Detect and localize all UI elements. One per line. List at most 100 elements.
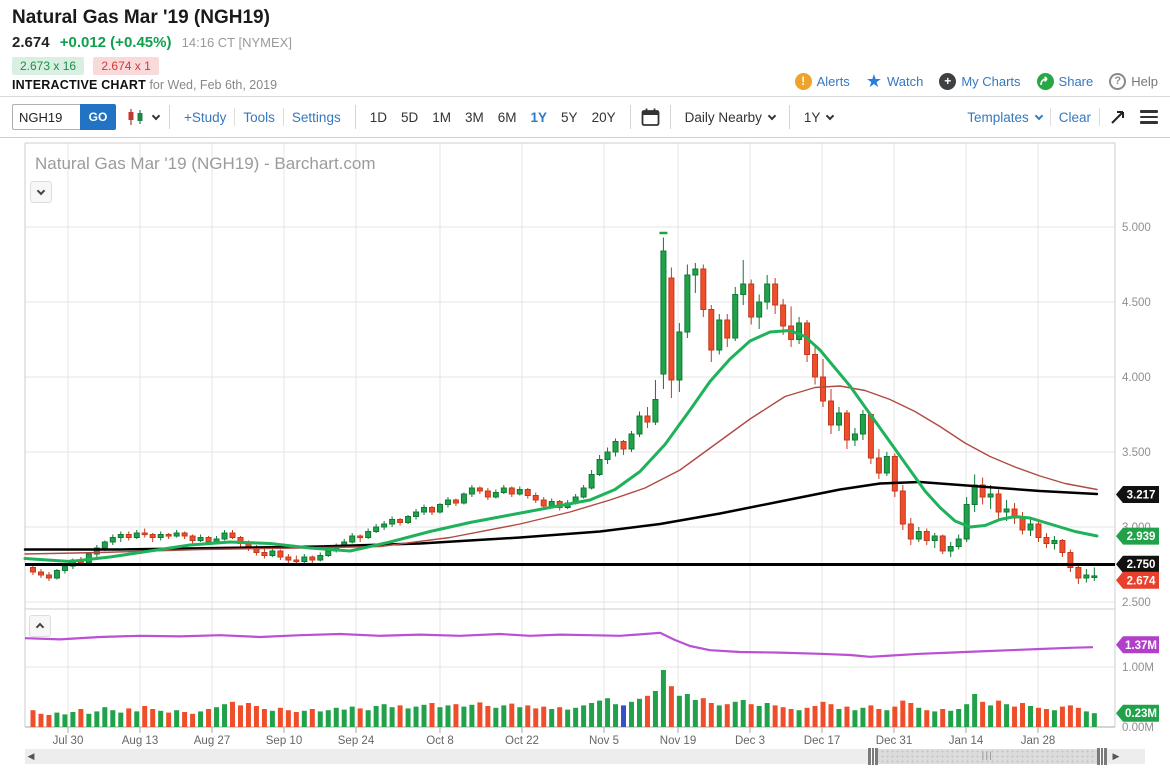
- chart-watermark: Natural Gas Mar '19 (NGH19) - Barchart.c…: [35, 154, 376, 173]
- y-axis-label: 2.500: [1122, 597, 1151, 609]
- link-label: Help: [1131, 74, 1158, 89]
- my-charts-link[interactable]: + My Charts: [939, 73, 1020, 90]
- chevron-down-icon: [1034, 111, 1042, 119]
- toolbar-separator: [789, 105, 790, 129]
- y-axis-label: 4.500: [1122, 297, 1151, 309]
- bid-badge: 2.673 x 16: [12, 57, 84, 75]
- price-flag-label: 2.939: [1127, 531, 1156, 543]
- alerts-link[interactable]: !Alerts: [795, 73, 850, 90]
- price-flag-label: 2.750: [1127, 559, 1156, 571]
- chevron-up-icon: [36, 623, 44, 631]
- templates-dropdown[interactable]: Templates: [963, 110, 1046, 125]
- chart-toolbar: GO +Study Tools Settings 1D 5D 1M 3M 6M 1Y 5Y 2…: [0, 97, 1170, 138]
- range-1m[interactable]: 1M: [432, 110, 451, 125]
- price-flag-label: 1.37M: [1125, 640, 1157, 652]
- x-axis-label: Sep 24: [338, 735, 375, 747]
- mid-ma-line: [25, 386, 1097, 554]
- volume-bars: [31, 670, 1097, 727]
- scroll-left-arrow[interactable]: ◀: [25, 749, 37, 764]
- chevron-down-icon: [768, 111, 776, 119]
- range-20y[interactable]: 20Y: [592, 110, 616, 125]
- y-axis-label: 5.000: [1122, 222, 1151, 234]
- link-label: My Charts: [961, 74, 1020, 89]
- barchart-app: Natural Gas Mar '19 (NGH19) 2.674 +0.012…: [0, 0, 1170, 776]
- range-3m[interactable]: 3M: [465, 110, 484, 125]
- share-icon: [1037, 73, 1054, 90]
- toolbar-minisep: [234, 108, 235, 126]
- volume-axis-label: 0.00M: [1122, 722, 1154, 734]
- frequency-value: Daily Nearby: [685, 110, 762, 125]
- page-title: Natural Gas Mar '19 (NGH19): [12, 7, 270, 29]
- x-axis-label: Jan 28: [1021, 735, 1056, 747]
- star-icon: ★: [866, 72, 882, 90]
- calendar-icon[interactable]: [641, 108, 660, 127]
- collapse-price-panel-button[interactable]: [30, 181, 52, 203]
- x-axis-label: Nov 5: [589, 735, 619, 747]
- ask-badge: 2.674 x 1: [93, 57, 158, 75]
- collapse-volume-panel-button[interactable]: [29, 615, 51, 637]
- share-link[interactable]: Share: [1037, 73, 1094, 90]
- range-1d[interactable]: 1D: [370, 110, 387, 125]
- range-6m[interactable]: 6M: [498, 110, 517, 125]
- toolbar-separator: [670, 105, 671, 129]
- link-label: Share: [1059, 74, 1094, 89]
- y-axis-label: 3.500: [1122, 447, 1151, 459]
- candlestick-series: [31, 238, 1097, 585]
- chevron-down-icon: [152, 111, 160, 119]
- toolbar-minisep: [1099, 108, 1100, 126]
- scrollbar-right-handle[interactable]: [1097, 748, 1107, 765]
- tools-button[interactable]: Tools: [239, 110, 279, 125]
- scroll-right-arrow[interactable]: ▶: [1110, 749, 1122, 764]
- go-button[interactable]: GO: [80, 104, 116, 130]
- frequency-dropdown[interactable]: Daily Nearby: [681, 110, 779, 125]
- price-flag-label: 3.217: [1127, 489, 1156, 501]
- pointer-tool-icon[interactable]: [1110, 109, 1126, 125]
- range-1y[interactable]: 1Y: [531, 110, 548, 125]
- y-axis-label: 4.000: [1122, 372, 1151, 384]
- plot-borders: [25, 143, 1115, 727]
- chevron-down-icon: [37, 187, 45, 195]
- x-axis-label: Oct 8: [426, 735, 453, 747]
- last-price: 2.674: [12, 34, 50, 51]
- toolbar-minisep: [1050, 108, 1051, 126]
- link-label: Watch: [887, 74, 923, 89]
- toolbar-separator: [169, 105, 170, 129]
- bid-ask-row: 2.673 x 16 2.674 x 1: [12, 57, 165, 75]
- toolbar-separator: [355, 105, 356, 129]
- grid-lines: Jul 30Aug 13Aug 27Sep 10Sep 24Oct 8Oct 2…: [25, 143, 1154, 747]
- chevron-down-icon: [826, 111, 834, 119]
- toolbar-right: Templates Clear: [963, 108, 1158, 126]
- candlestick-type-icon: [126, 108, 146, 126]
- help-link[interactable]: ? Help: [1109, 73, 1158, 90]
- quote-time: 14:16 CT [NYMEX]: [182, 35, 292, 50]
- x-axis-label: Nov 19: [660, 735, 696, 747]
- price-flag-label: 0.23M: [1125, 708, 1157, 720]
- help-icon: ?: [1109, 73, 1126, 90]
- symbol-input[interactable]: [12, 104, 80, 130]
- range-5d[interactable]: 5D: [401, 110, 418, 125]
- span-value: 1Y: [804, 110, 821, 125]
- menu-icon[interactable]: [1140, 110, 1158, 124]
- settings-button[interactable]: Settings: [288, 110, 345, 125]
- range-buttons: 1D 5D 1M 3M 6M 1Y 5Y 20Y: [370, 110, 616, 125]
- x-axis-label: Jul 30: [53, 735, 84, 747]
- add-study-button[interactable]: +Study: [180, 110, 230, 125]
- watch-link[interactable]: ★ Watch: [866, 72, 924, 90]
- time-scrollbar[interactable]: ◀ ||| ▶: [25, 749, 1145, 764]
- clear-button[interactable]: Clear: [1055, 110, 1095, 125]
- x-axis-label: Dec 17: [804, 735, 840, 747]
- price-change: +0.012 (+0.45%): [60, 34, 172, 51]
- scrollbar-thumb[interactable]: |||: [870, 749, 1105, 764]
- chart-date-label: for Wed, Feb 6th, 2019: [149, 78, 277, 92]
- link-label: Alerts: [817, 74, 850, 89]
- range-5y[interactable]: 5Y: [561, 110, 578, 125]
- span-dropdown[interactable]: 1Y: [800, 110, 838, 125]
- scrollbar-left-handle[interactable]: [868, 748, 878, 765]
- x-axis-label: Dec 31: [876, 735, 912, 747]
- quote-row: 2.674 +0.012 (+0.45%) 14:16 CT [NYMEX]: [12, 34, 292, 51]
- templates-label: Templates: [967, 110, 1029, 125]
- interactive-chart-title: INTERACTIVE CHART: [12, 78, 146, 92]
- volume-axis-label: 1.00M: [1122, 662, 1154, 674]
- chart-type-icon[interactable]: [126, 108, 159, 126]
- plus-circle-icon: +: [939, 73, 956, 90]
